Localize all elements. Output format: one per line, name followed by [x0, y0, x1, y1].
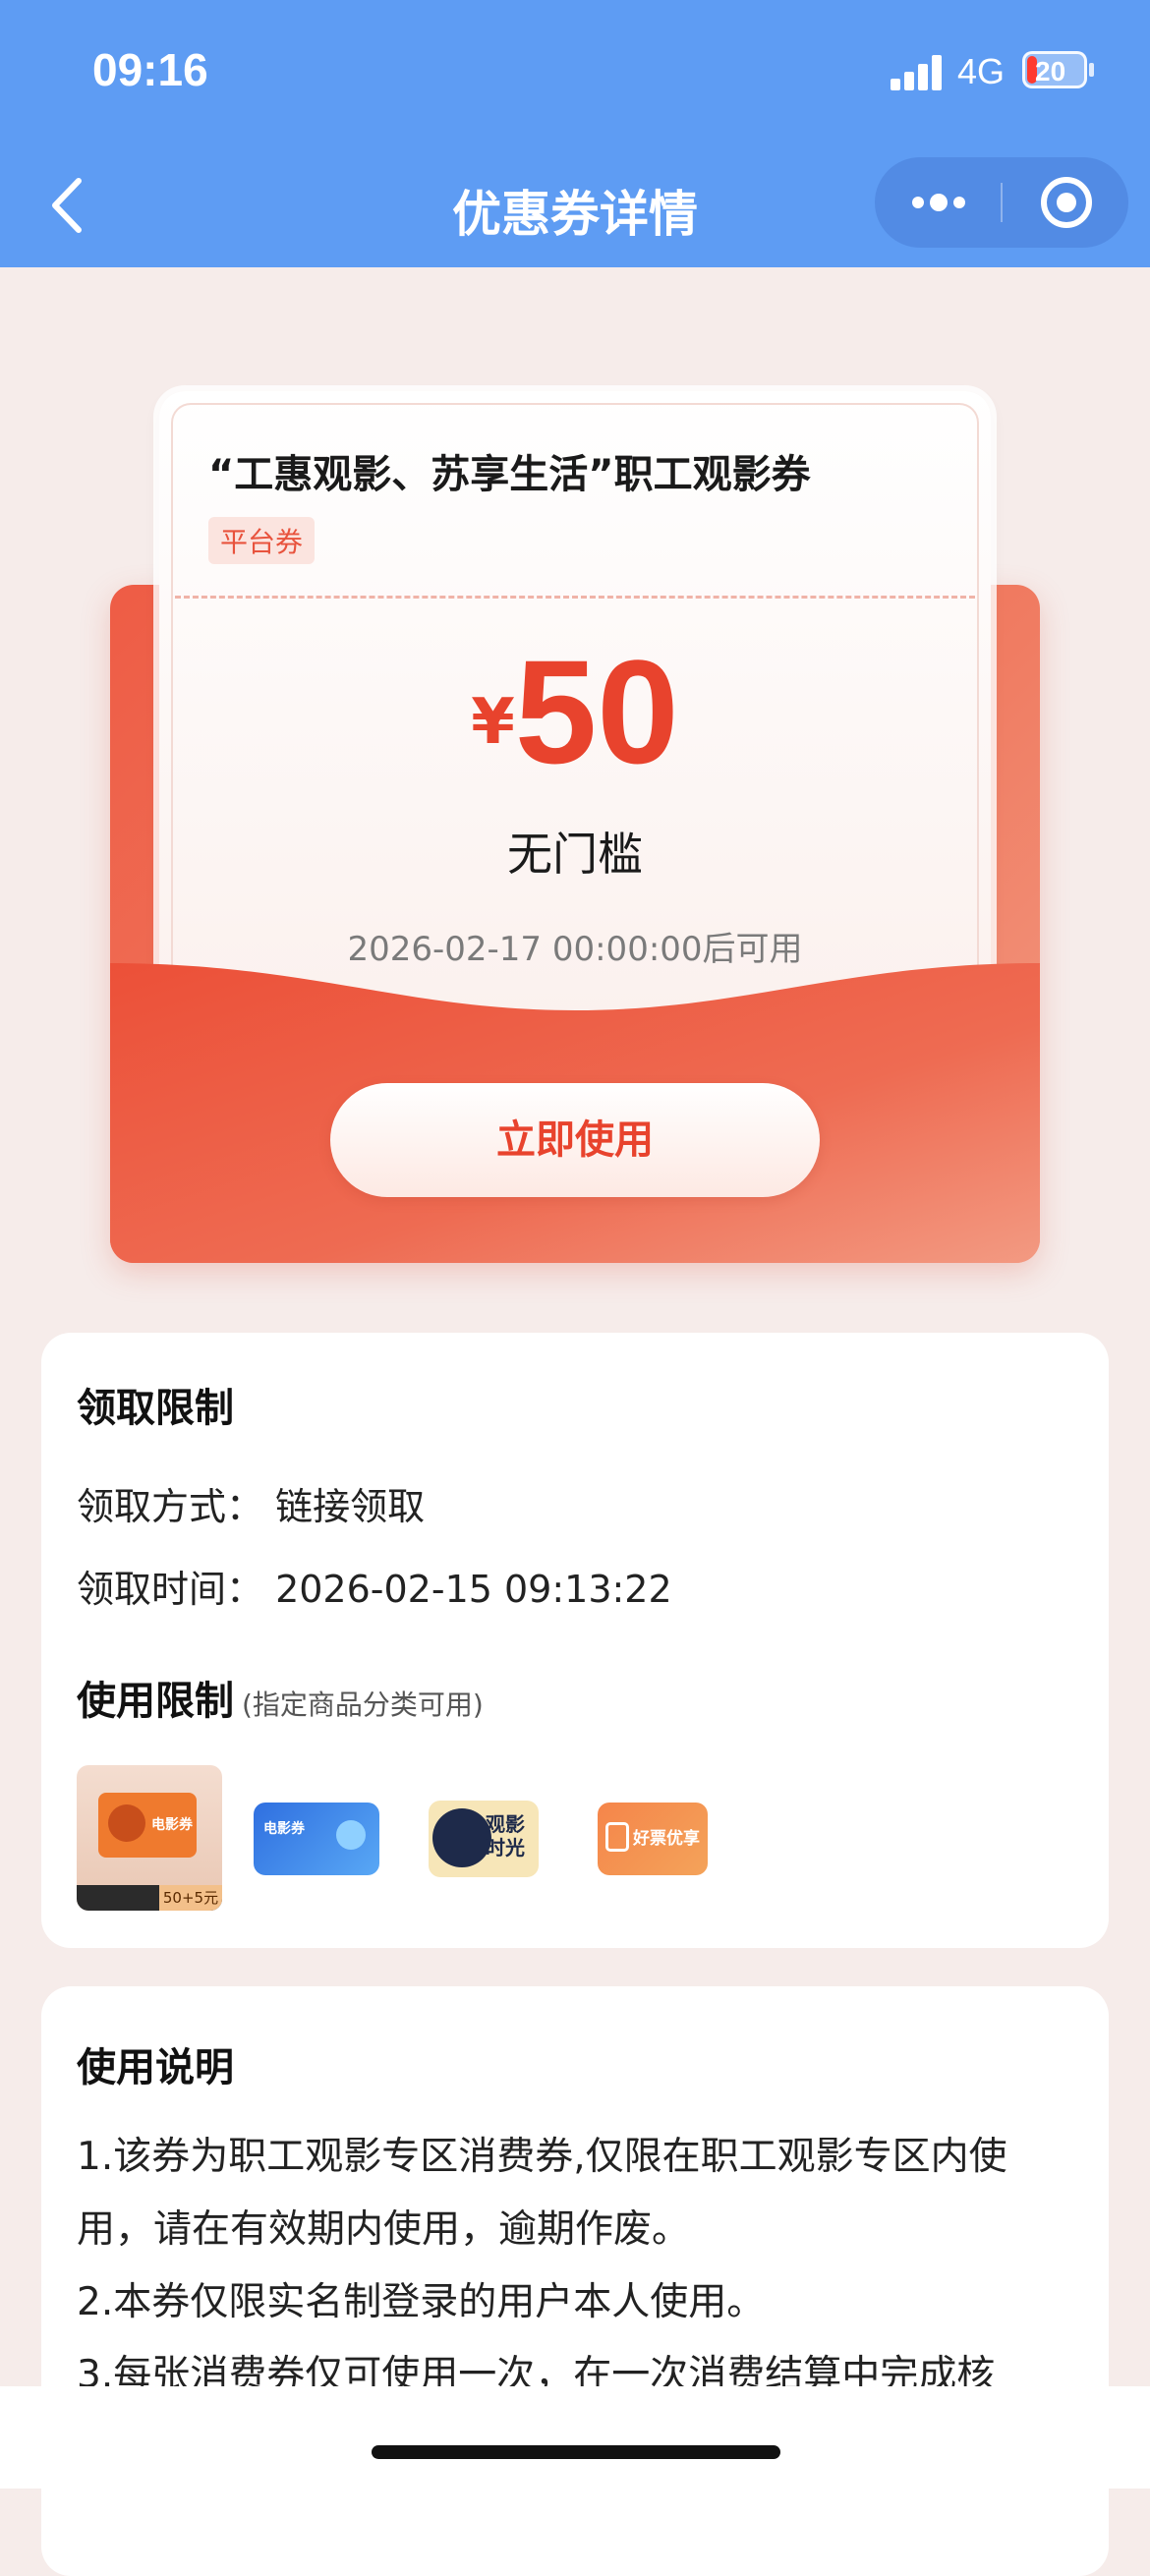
more-dot-icon: [930, 194, 948, 211]
product-thumbnail-ticket-card[interactable]: 电影券: [254, 1803, 379, 1875]
limits-card: 领取限制 领取方式： 链接领取 领取时间： 2026-02-15 09:13:2…: [41, 1333, 1109, 1948]
signal-icon: [891, 55, 946, 90]
coupon-threshold: 无门槛: [507, 828, 643, 881]
claim-time: 领取时间： 2026-02-15 09:13:22: [77, 1568, 672, 1611]
usage-limits-hint: (指定商品分类可用): [242, 1689, 484, 1721]
amount-value: 50: [514, 629, 679, 794]
usage-limits-title: 使用限制 (指定商品分类可用): [77, 1669, 484, 1726]
instructions-title: 使用说明: [77, 2045, 234, 2090]
network-label: 4G: [957, 51, 1006, 91]
home-indicator[interactable]: [372, 2445, 780, 2459]
instruction-line: 2.本券仅限实名制登录的用户本人使用。: [77, 2280, 766, 2324]
battery-icon: 20: [1022, 51, 1087, 88]
product-thumbnail-movie-ticket[interactable]: 电影券 50+5元: [77, 1765, 222, 1911]
ticket-divider: [175, 596, 975, 599]
status-bar: 09:16 4G 20: [0, 0, 1150, 147]
coupon-ticket: “工惠观影、苏享生活”职工观影券 平台券 ¥50 无门槛 2026-02-17 …: [159, 391, 991, 1020]
instruction-line: 1.该券为职工观影专区消费券,仅限在职工观影专区内使: [77, 2135, 1007, 2179]
use-now-button[interactable]: 立即使用: [330, 1083, 820, 1197]
instruction-line: 用，请在有效期内使用，逾期作废。: [77, 2207, 691, 2252]
product-thumbnail-movie-time[interactable]: 观影时光: [429, 1801, 539, 1877]
coupon-amount: ¥50: [159, 627, 991, 797]
close-miniprogram-button[interactable]: [1003, 157, 1128, 248]
product-label: 观影时光: [486, 1812, 525, 1860]
status-time: 09:16: [92, 44, 208, 95]
usage-limits-label: 使用限制: [77, 1679, 234, 1724]
product-label: 好票优享: [633, 1829, 700, 1849]
product-thumbnail-good-ticket[interactable]: 好票优享: [598, 1803, 708, 1875]
more-button[interactable]: [875, 157, 1001, 248]
currency-symbol: ¥: [471, 686, 515, 759]
more-dot-icon: [953, 197, 965, 208]
mini-program-capsule: [875, 157, 1128, 248]
claim-limits-title: 领取限制: [77, 1386, 234, 1431]
product-price: 50+5元: [159, 1885, 222, 1911]
coupon-type-badge: 平台券: [208, 517, 316, 564]
bottom-safe-area: [0, 2386, 1150, 2489]
battery-tip: [1089, 63, 1094, 77]
coupon-title: “工惠观影、苏享生活”职工观影券: [208, 452, 811, 497]
claim-method: 领取方式： 链接领取: [77, 1485, 426, 1528]
more-dot-icon: [912, 197, 924, 208]
product-label: 电影券: [263, 1821, 305, 1837]
nav-bar: 优惠券详情: [0, 147, 1150, 267]
product-label: 电影券: [151, 1817, 193, 1833]
battery-level: 20: [1035, 56, 1066, 86]
